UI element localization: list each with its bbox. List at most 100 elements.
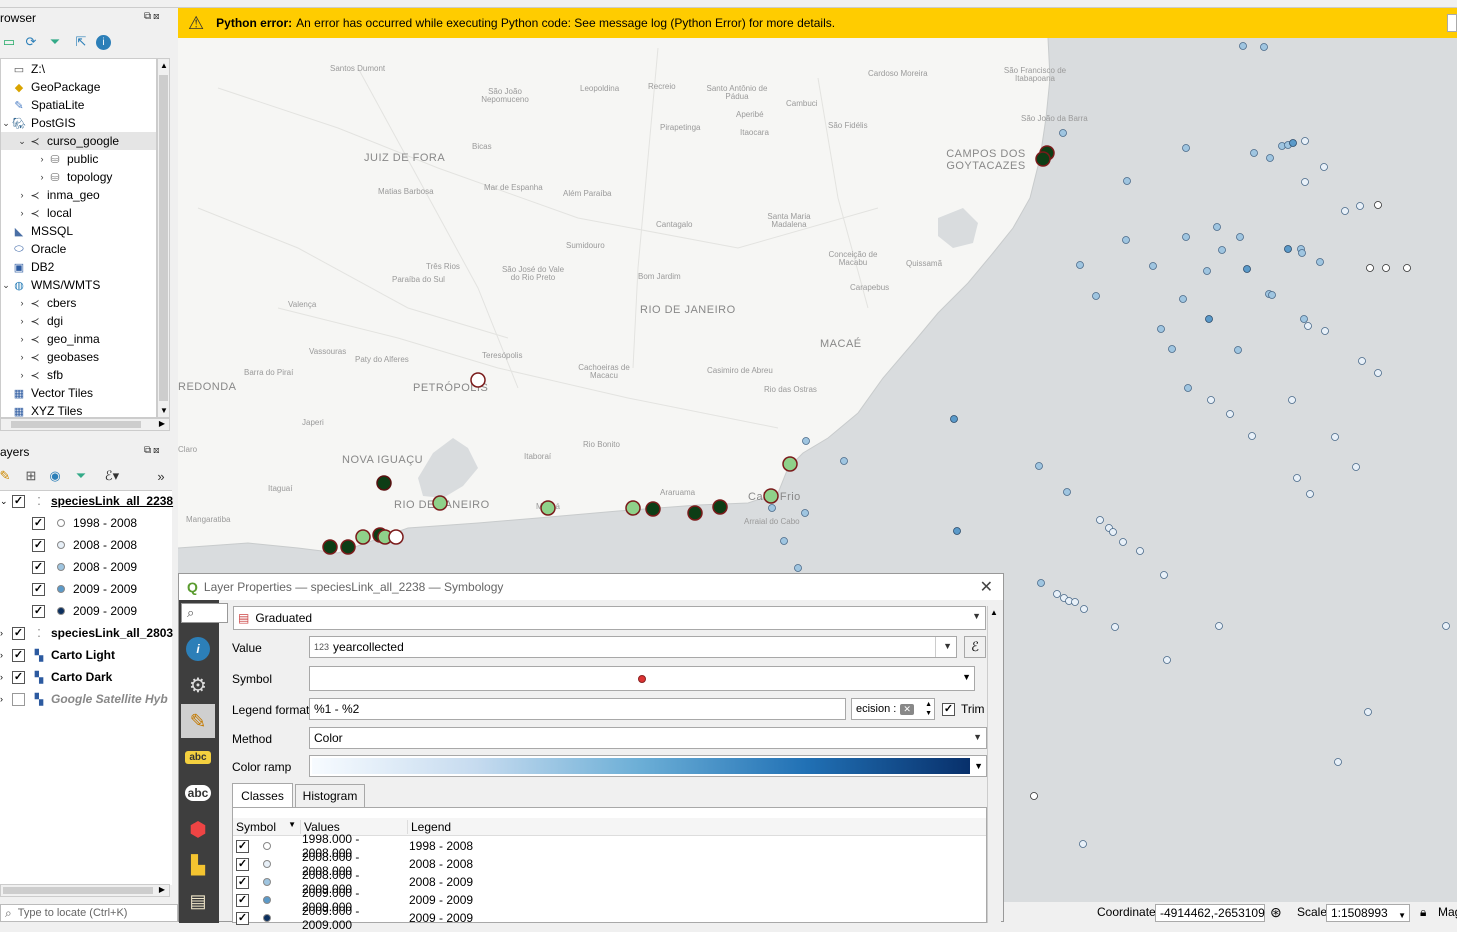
layer-visibility-checkbox[interactable]: ✓	[32, 516, 45, 530]
class-legend-cell[interactable]: 2009 - 2009	[409, 893, 473, 907]
class-visibility-checkbox[interactable]: ✓	[236, 839, 249, 853]
message-close-button[interactable]	[1447, 14, 1457, 32]
style-manager-icon[interactable]: ✎	[0, 467, 14, 485]
browser-item[interactable]: ✎ SpatiaLite	[1, 96, 84, 114]
info-icon[interactable]: i	[96, 35, 111, 50]
class-row[interactable]: ✓ 2009.000 - 2009.000 2009 - 2009	[234, 904, 984, 932]
trim-check[interactable]: ✓	[942, 702, 955, 716]
tab-classes[interactable]: Classes	[232, 783, 293, 807]
layer-item[interactable]: › ✓ ▚ Carto Dark	[0, 668, 112, 686]
more-tools-icon[interactable]: »	[152, 467, 170, 485]
layer-visibility-checkbox[interactable]: ✓	[12, 626, 25, 640]
browser-item[interactable]: ▭ Z:\	[1, 60, 45, 78]
scale-combo[interactable]: 1:1508993 ▼	[1326, 904, 1410, 922]
extents-toggle-icon[interactable]: ⊛	[1270, 904, 1282, 921]
class-symbol-cell[interactable]: ✓	[234, 857, 302, 871]
class-symbol-cell[interactable]: ✓	[234, 911, 302, 925]
sidebar-search[interactable]: ⌕	[181, 603, 228, 623]
chevron-down-icon[interactable]: ⌄	[1, 280, 11, 291]
col-legend[interactable]: Legend	[408, 820, 451, 834]
filter-icon[interactable]: ⏷	[46, 33, 64, 51]
layer-visibility-checkbox[interactable]	[12, 692, 25, 706]
sidebar-item-fields[interactable]: ▤	[181, 884, 215, 918]
sidebar-item-source[interactable]: ⚙	[181, 668, 215, 702]
class-legend-cell[interactable]: 1998 - 2008	[409, 839, 473, 853]
browser-item[interactable]: ▦ XYZ Tiles	[1, 402, 83, 417]
legend-class-item[interactable]: ✓ 2009 - 2009	[0, 602, 137, 620]
browser-item[interactable]: ⬭ Oracle	[1, 240, 66, 258]
class-symbol-cell[interactable]: ✓	[234, 839, 302, 853]
locator-bar[interactable]: ⌕ Type to locate (Ctrl+K)	[0, 904, 178, 922]
browser-vscrollbar[interactable]: ▲ ▼	[157, 58, 170, 418]
trim-checkbox[interactable]: ✓ Trim	[942, 702, 985, 716]
symbol-button[interactable]: ▼	[309, 666, 975, 691]
color-ramp-button[interactable]: ▼	[309, 755, 987, 777]
layer-item[interactable]: › ✓ ⁚ speciesLink_all_2803	[0, 624, 173, 642]
browser-item[interactable]: › ≺ geobases	[1, 348, 100, 366]
class-legend-cell[interactable]: 2009 - 2009	[409, 911, 473, 925]
layer-item[interactable]: ⌄ ✓ ⁚ speciesLink_all_2238	[0, 492, 173, 510]
class-symbol-cell[interactable]: ✓	[234, 875, 302, 889]
class-legend-cell[interactable]: 2008 - 2009	[409, 875, 473, 889]
browser-item[interactable]: ▦ Vector Tiles	[1, 384, 93, 402]
browser-item[interactable]: › ≺ geo_inma	[1, 330, 100, 348]
class-visibility-checkbox[interactable]: ✓	[236, 875, 249, 889]
browser-item[interactable]: ⌄ ≺ curso_google	[1, 132, 156, 150]
chevron-right-icon[interactable]: ›	[17, 208, 27, 218]
close-icon[interactable]: ✕	[980, 577, 993, 597]
add-group-icon[interactable]: ⊞	[22, 467, 40, 485]
chevron-right-icon[interactable]: ›	[17, 370, 27, 380]
chevron-right-icon[interactable]: ›	[0, 628, 12, 638]
value-field-select[interactable]: 123 yearcollected ▼	[309, 636, 957, 658]
layer-visibility-checkbox[interactable]: ✓	[32, 560, 45, 574]
chevron-right-icon[interactable]: ›	[37, 154, 47, 164]
chevron-right-icon[interactable]: ›	[17, 190, 27, 200]
spinner-arrows-icon[interactable]: ▲ ▼	[925, 700, 932, 718]
browser-item[interactable]: › ≺ inma_geo	[1, 186, 100, 204]
browser-item[interactable]: ▣ DB2	[1, 258, 55, 276]
renderer-select[interactable]: ▤ Graduated ▼	[233, 606, 986, 630]
class-visibility-checkbox[interactable]: ✓	[236, 893, 249, 907]
sidebar-item-symbology[interactable]: ✎	[181, 704, 215, 738]
lock-icon[interactable]: 🔒︎	[1420, 905, 1426, 920]
panel-float-close-icons[interactable]: ⧉⊠	[144, 445, 162, 456]
browser-item[interactable]: › ⛁ topology	[1, 168, 113, 186]
layer-item[interactable]: › ▚ Google Satellite Hyb	[0, 690, 168, 708]
legend-class-item[interactable]: ✓ 2008 - 2008	[0, 536, 137, 554]
dialog-vscrollbar[interactable]: ▲	[987, 606, 1001, 923]
chevron-right-icon[interactable]: ›	[17, 334, 27, 344]
layer-visibility-checkbox[interactable]: ✓	[12, 670, 25, 684]
sidebar-item-3d-view[interactable]: ⬢	[181, 812, 215, 846]
expression-button[interactable]: ℰ	[964, 636, 986, 658]
clear-icon[interactable]: ✕	[900, 703, 914, 715]
panel-float-close-icons[interactable]: ⧉⊠	[144, 11, 162, 22]
collapse-all-icon[interactable]: ⇱	[72, 33, 90, 51]
col-symbol[interactable]: Symbol ▼	[233, 819, 301, 834]
class-visibility-checkbox[interactable]: ✓	[236, 911, 249, 925]
layer-item[interactable]: › ✓ ▚ Carto Light	[0, 646, 115, 664]
browser-item[interactable]: ⌄ 🐘︎ PostGIS	[1, 114, 75, 132]
layer-visibility-checkbox[interactable]: ✓	[32, 538, 45, 552]
class-visibility-checkbox[interactable]: ✓	[236, 857, 249, 871]
class-legend-cell[interactable]: 2008 - 2008	[409, 857, 473, 871]
class-symbol-cell[interactable]: ✓	[234, 893, 302, 907]
chevron-right-icon[interactable]: ›	[17, 298, 27, 308]
browser-item[interactable]: › ≺ sfb	[1, 366, 64, 384]
chevron-right-icon[interactable]: ›	[0, 694, 12, 704]
tab-histogram[interactable]: Histogram	[295, 784, 365, 808]
layer-visibility-checkbox[interactable]: ✓	[12, 648, 25, 662]
chevron-right-icon[interactable]: ›	[17, 352, 27, 362]
sidebar-item-diagrams[interactable]: ▙	[181, 848, 215, 882]
browser-item[interactable]: › ≺ dgi	[1, 312, 64, 330]
method-select[interactable]: Color ▼	[309, 727, 987, 749]
precision-spinbox[interactable]: ecision : ✕ ▲ ▼	[851, 698, 935, 720]
coordinate-field[interactable]: -4914462,-2653109	[1155, 904, 1265, 922]
legend-format-input[interactable]: %1 - %2	[309, 698, 846, 720]
refresh-icon[interactable]: ⟳	[22, 33, 40, 51]
browser-item[interactable]: ◆ GeoPackage	[1, 78, 101, 96]
legend-class-item[interactable]: ✓ 2009 - 2009	[0, 580, 137, 598]
layer-visibility-checkbox[interactable]: ✓	[32, 604, 45, 618]
browser-item[interactable]: ◣ MSSQL	[1, 222, 73, 240]
chevron-right-icon[interactable]: ›	[0, 672, 12, 682]
chevron-right-icon[interactable]: ›	[17, 316, 27, 326]
